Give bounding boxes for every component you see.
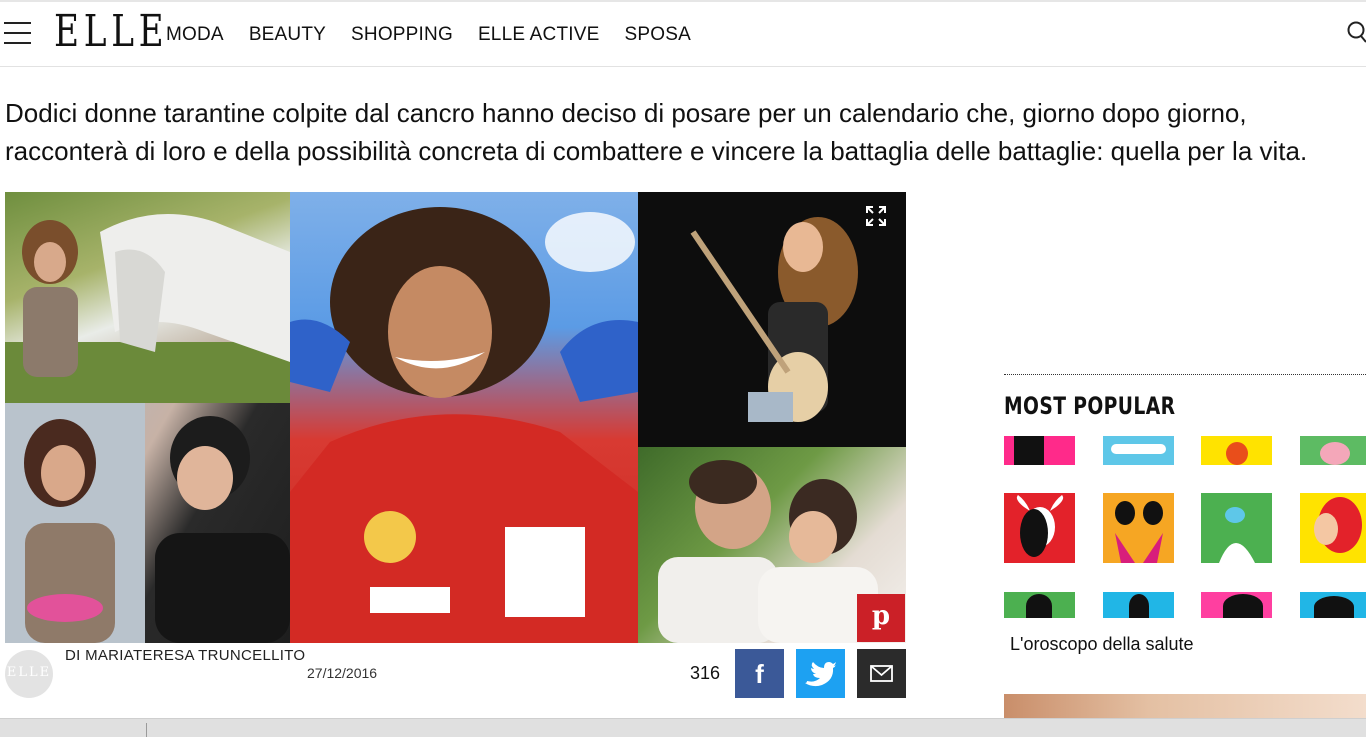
status-divider [146,723,147,737]
photo-woman-with-horse [5,192,290,403]
photo-gallery[interactable] [5,192,906,643]
site-header: ELLE MODA BEAUTY SHOPPING ELLE ACTIVE SP… [0,0,1366,67]
elle-logo[interactable]: ELLE [54,6,168,57]
nav-item-shopping[interactable]: SHOPPING [351,24,453,46]
facebook-icon: f [755,659,764,689]
zodiac-tile[interactable] [1300,493,1366,563]
zodiac-tile[interactable] [1103,592,1174,618]
zodiac-tile[interactable] [1103,436,1174,465]
zodiac-tile[interactable] [1004,436,1075,465]
twitter-share-button[interactable] [796,649,845,698]
top-divider [0,0,1366,2]
article-intro: Dodici donne tarantine colpite dal cancr… [5,98,1308,166]
zodiac-tile[interactable] [1201,493,1272,563]
zodiac-tile[interactable] [1201,436,1272,465]
publish-date: 27/12/2016 [307,665,378,681]
pinterest-icon: p [871,601,891,631]
pinterest-button[interactable]: p [857,594,905,642]
email-share-button[interactable] [857,649,906,698]
nav-item-moda[interactable]: MODA [166,24,224,46]
zodiac-tile[interactable] [1201,592,1272,618]
most-popular-heading: MOST POPULAR [1004,392,1176,420]
facebook-share-button[interactable]: f [735,649,784,698]
twitter-icon [805,662,836,687]
zodiac-tile[interactable] [1103,493,1174,563]
photo-woman-guitar [638,192,906,447]
share-count: 316 [690,663,721,683]
mail-icon [870,665,893,682]
menu-icon[interactable] [4,22,32,44]
nav-item-elle-active[interactable]: ELLE ACTIVE [478,24,600,46]
nav-item-beauty[interactable]: BEAUTY [249,24,326,46]
photo-woman-racing-suit [290,192,638,643]
search-icon[interactable] [1344,20,1366,44]
zodiac-tile[interactable] [1300,592,1366,618]
zodiac-tile[interactable] [1004,592,1075,618]
author-avatar: ELLE [5,650,53,698]
expand-icon[interactable] [864,204,888,228]
browser-status-bar [0,718,1366,737]
popular-article-title[interactable]: L'oroscopo della salute [1010,634,1194,655]
nav-item-sposa[interactable]: SPOSA [624,24,690,46]
zodiac-tile[interactable] [1004,493,1075,563]
main-nav: MODA BEAUTY SHOPPING ELLE ACTIVE SPOSA [166,24,716,46]
sidebar-divider [1004,374,1366,375]
popular-article-thumbnail[interactable] [1004,694,1366,718]
zodiac-tile[interactable] [1300,436,1366,465]
photo-two-women-flowers [5,403,290,643]
author-name[interactable]: DI MARIATERESA TRUNCELLITO [65,647,305,664]
svg-text:f: f [755,659,764,689]
